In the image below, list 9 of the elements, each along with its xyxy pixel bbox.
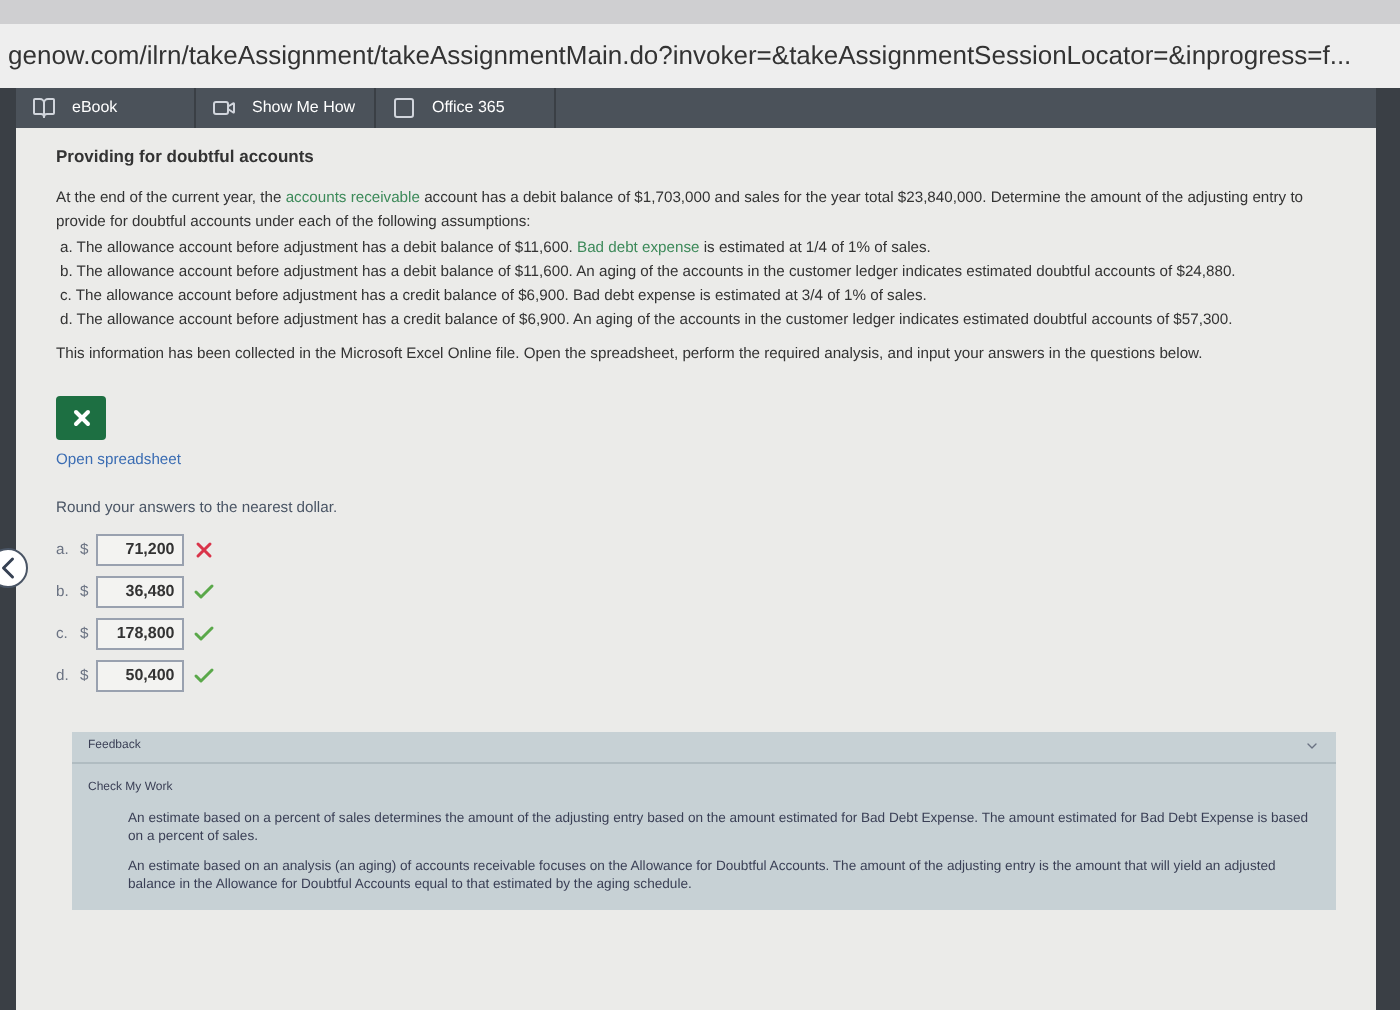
problem-title: Providing for doubtful accounts bbox=[56, 144, 316, 170]
answer-field[interactable]: 50,400 bbox=[96, 659, 185, 692]
answer-field[interactable]: 36,480 bbox=[96, 575, 185, 608]
answer-field[interactable]: 178,800 bbox=[96, 617, 185, 650]
answer-field[interactable]: 71,200 bbox=[96, 533, 185, 566]
excel-icon[interactable] bbox=[56, 396, 106, 441]
square-icon bbox=[392, 96, 416, 120]
book-icon bbox=[32, 96, 56, 120]
video-icon bbox=[212, 96, 236, 120]
